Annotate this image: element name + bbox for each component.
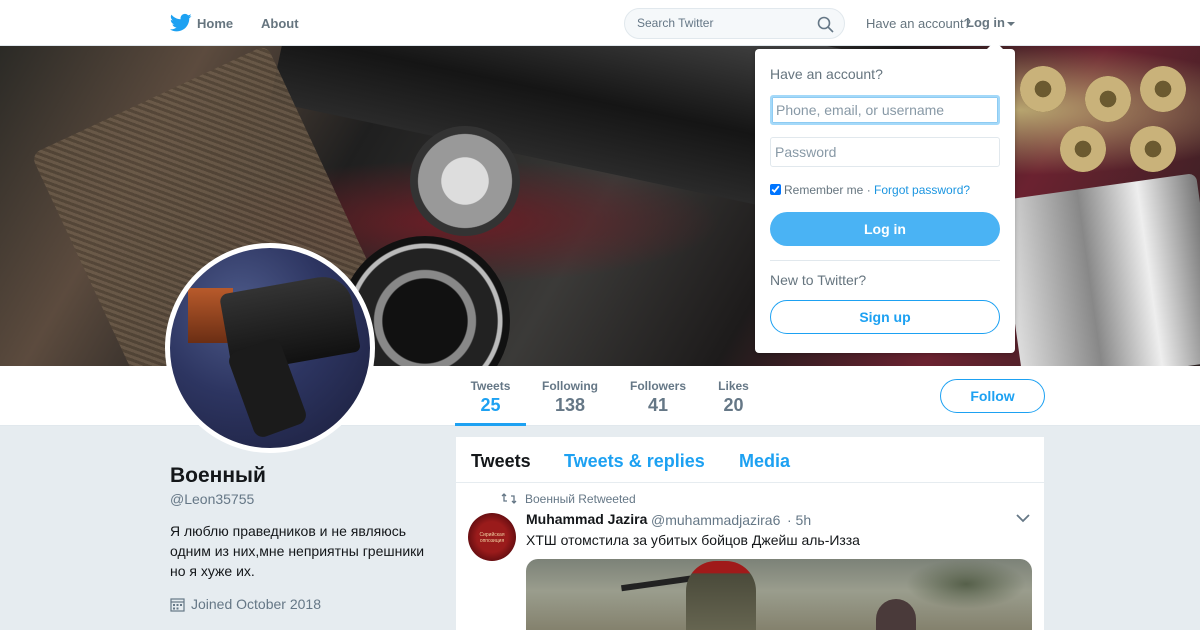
stat-label: Tweets [470, 379, 511, 393]
stat-label: Followers [629, 379, 686, 393]
banner-decoration [1140, 66, 1186, 112]
follow-button[interactable]: Follow [940, 379, 1045, 413]
remember-label[interactable]: Remember me [784, 183, 863, 197]
chevron-down-icon[interactable] [1016, 514, 1030, 523]
stat-value: 138 [554, 395, 586, 415]
stat-value: 41 [647, 395, 669, 415]
stat-followers[interactable]: Followers 41 [624, 366, 692, 426]
profile-avatar[interactable] [165, 243, 375, 453]
signup-button[interactable]: Sign up [770, 300, 1000, 334]
banner-decoration [1085, 76, 1131, 122]
tweet[interactable]: Военный Retweeted Сирийская оппозиция Mu… [456, 437, 1044, 630]
nav-about-link[interactable]: About [261, 16, 299, 31]
dropdown-title: Have an account? [770, 66, 883, 82]
stat-value: 25 [480, 395, 501, 415]
login-button[interactable]: Log in [770, 212, 1000, 246]
joined-text: Joined October 2018 [191, 596, 321, 612]
remember-row: Remember me · Forgot password? [770, 183, 970, 197]
retweet-icon [501, 493, 517, 504]
stat-tweets[interactable]: Tweets 25 [455, 366, 526, 426]
forgot-password-link[interactable]: Forgot password? [874, 183, 970, 197]
banner-decoration [1020, 66, 1066, 112]
login-dropdown: Have an account? Remember me · Forgot pa… [755, 41, 1015, 353]
caret-down-icon [1007, 21, 1015, 26]
avatar-caption: Сирийская оппозиция [479, 532, 505, 544]
stat-label: Following [542, 379, 598, 393]
tweet-media-image[interactable] [526, 559, 1032, 630]
remember-checkbox[interactable] [770, 184, 781, 195]
retweet-context[interactable]: Военный Retweeted [525, 492, 636, 506]
remember-separator: · [863, 183, 875, 197]
username-field[interactable] [770, 95, 1000, 125]
banner-decoration [1130, 126, 1176, 172]
stat-likes[interactable]: Likes 20 [712, 366, 755, 426]
twitter-bird-icon[interactable] [170, 13, 192, 33]
stat-following[interactable]: Following 138 [536, 366, 604, 426]
profile-bio: Я люблю праведников и не являюсь одним и… [170, 523, 425, 579]
stat-value: 20 [723, 395, 744, 415]
search-input[interactable] [637, 16, 807, 30]
media-decoration [906, 559, 1026, 609]
media-decoration [686, 561, 756, 630]
new-to-twitter-text: New to Twitter? [770, 272, 867, 288]
calendar-icon [170, 598, 185, 612]
search-box[interactable] [624, 8, 845, 39]
tweet-author-avatar[interactable]: Сирийская оппозиция [468, 513, 516, 561]
banner-decoration [997, 173, 1200, 366]
login-dropdown-toggle[interactable]: Log in [966, 15, 1015, 30]
password-field[interactable] [770, 137, 1000, 167]
stat-label: Likes [718, 379, 749, 393]
banner-decoration [1060, 126, 1106, 172]
profile-handle[interactable]: @Leon35755 [170, 491, 254, 507]
nav-home-link[interactable]: Home [197, 16, 233, 31]
tweet-author-name[interactable]: Muhammad Jazira [526, 511, 647, 527]
tweet-text: ХТШ отомстила за убитых бойцов Джейш аль… [526, 532, 860, 548]
top-nav-bar: Home About Have an account? Log in [0, 0, 1200, 46]
profile-name[interactable]: Военный [170, 464, 266, 488]
divider [770, 260, 1000, 261]
profile-joined-date: Joined October 2018 [170, 596, 321, 612]
login-toggle-label[interactable]: Log in [966, 15, 1005, 30]
tweet-author-handle[interactable]: @muhammadjazira6 [651, 512, 780, 528]
tweet-timestamp[interactable]: · 5h [787, 512, 811, 528]
search-icon[interactable] [817, 16, 834, 33]
have-account-text: Have an account? [866, 16, 971, 31]
banner-decoration [410, 126, 520, 236]
